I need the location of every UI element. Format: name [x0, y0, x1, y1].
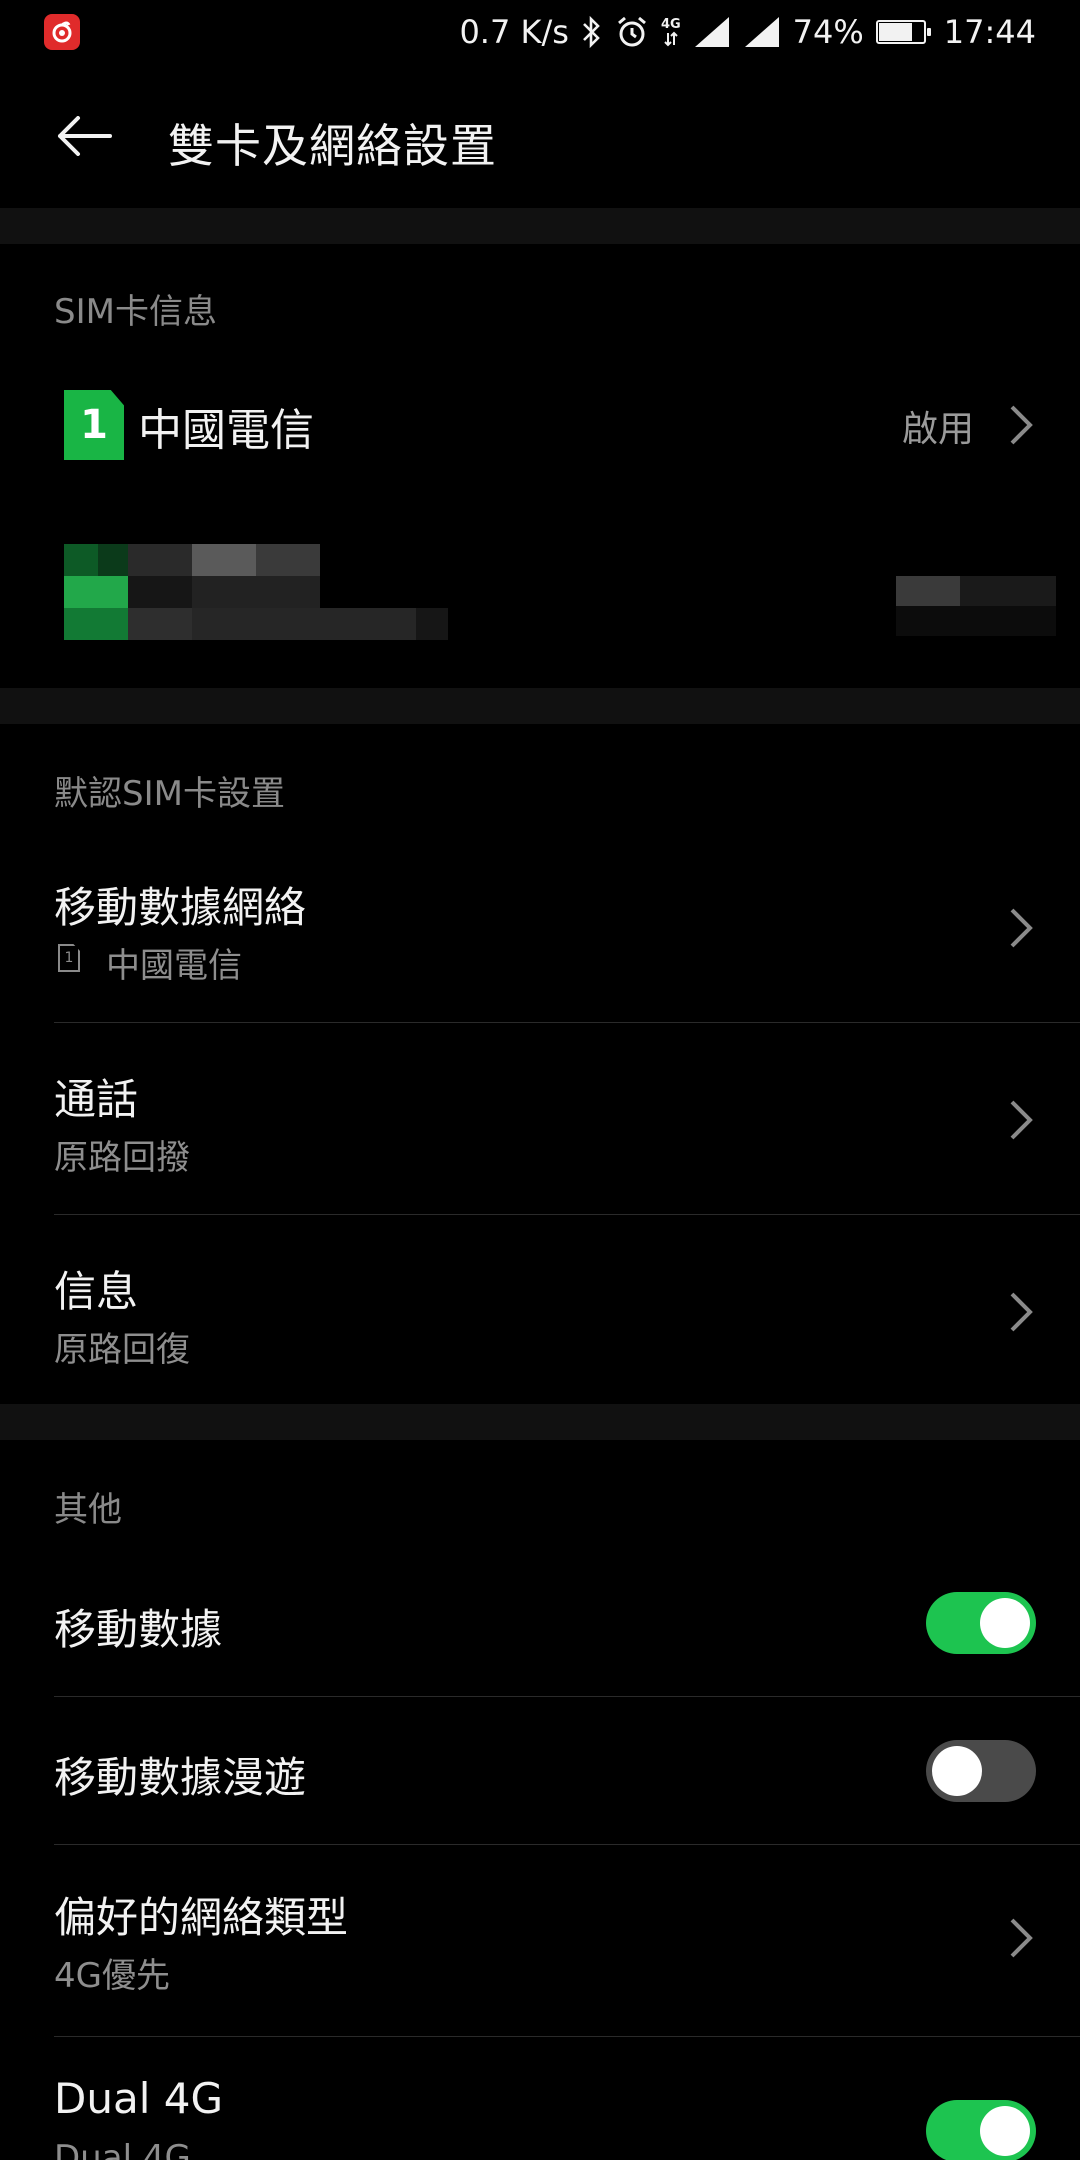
- toggle-knob: [980, 2106, 1030, 2156]
- status-bar: 0.7 K/s 4G 74% 17:44: [0, 0, 1080, 64]
- section-label-other: 其他: [54, 1490, 122, 1530]
- row-title: 移動數據: [54, 1605, 223, 1654]
- divider: [54, 1844, 1080, 1845]
- sim-1-small-icon: 1: [58, 944, 80, 972]
- network-speed: 0.7 K/s: [459, 13, 569, 51]
- calls-row[interactable]: 通話 原路回撥: [0, 1052, 1080, 1214]
- row-title: 移動數據漫遊: [54, 1753, 307, 1802]
- status-indicators: 0.7 K/s 4G 74% 17:44: [459, 10, 1036, 54]
- section-gap: [0, 208, 1080, 244]
- row-subtitle: 4G優先: [54, 1956, 170, 1996]
- row-title: 偏好的網絡類型: [54, 1893, 349, 1942]
- row-subtitle: Dual 4G: [54, 2138, 191, 2160]
- chevron-right-icon: [1010, 908, 1033, 948]
- back-button[interactable]: [48, 106, 120, 166]
- sim-carrier-name: 中國電信: [138, 405, 314, 456]
- chevron-right-icon: [1010, 1100, 1033, 1140]
- section-gap: [0, 688, 1080, 724]
- row-subtitle: 原路回復: [54, 1330, 190, 1370]
- network-4g-icon: 4G: [661, 18, 681, 47]
- page-title: 雙卡及網絡設置: [168, 119, 497, 173]
- arrow-left-icon: [58, 116, 112, 156]
- toggle-knob: [932, 1746, 982, 1796]
- row-subtitle: 原路回撥: [54, 1138, 190, 1178]
- clock: 17:44: [943, 13, 1036, 51]
- divider: [54, 1696, 1080, 1697]
- bluetooth-icon: [581, 15, 603, 49]
- row-subtitle: 中國電信: [106, 946, 242, 986]
- row-title: Dual 4G: [54, 2074, 223, 2123]
- section-label-default-sim: 默認SIM卡設置: [54, 774, 285, 814]
- preferred-network-type-row[interactable]: 偏好的網絡類型 4G優先: [0, 1870, 1080, 2032]
- dual-4g-row[interactable]: Dual 4G Dual 4G: [0, 2060, 1080, 2160]
- dual-4g-toggle[interactable]: [926, 2100, 1036, 2160]
- chevron-right-icon: [1010, 1918, 1033, 1958]
- data-roaming-toggle[interactable]: [926, 1740, 1036, 1802]
- mobile-data-row[interactable]: 移動數據: [0, 1560, 1080, 1696]
- divider: [54, 1214, 1080, 1215]
- battery-icon: [875, 20, 931, 44]
- messages-row[interactable]: 信息 原路回復: [0, 1244, 1080, 1406]
- battery-fill: [878, 23, 912, 41]
- section-gap: [0, 1404, 1080, 1440]
- data-roaming-row[interactable]: 移動數據漫遊: [0, 1708, 1080, 1844]
- battery-percent: 74%: [792, 13, 864, 51]
- chevron-right-icon: [1010, 1292, 1033, 1332]
- mobile-data-toggle[interactable]: [926, 1592, 1036, 1654]
- section-label-sim-info: SIM卡信息: [54, 292, 217, 332]
- sim-status-text: 啟用: [901, 409, 974, 450]
- app-header: 雙卡及網絡設置: [0, 64, 1080, 208]
- row-title: 通話: [54, 1075, 139, 1124]
- row-title: 信息: [54, 1267, 139, 1316]
- signal-sim2-icon: [743, 15, 781, 49]
- divider: [54, 2036, 1080, 2037]
- row-title: 移動數據網絡: [54, 883, 307, 932]
- toggle-knob: [980, 1598, 1030, 1648]
- chevron-right-icon: [1010, 405, 1033, 445]
- mobile-data-network-row[interactable]: 移動數據網絡 中國電信: [0, 860, 1080, 1022]
- signal-sim1-icon: [693, 15, 731, 49]
- alarm-icon: [615, 15, 649, 49]
- divider: [54, 1022, 1080, 1023]
- netease-music-icon: [44, 14, 80, 50]
- sim-slot-badge: 1: [64, 390, 124, 460]
